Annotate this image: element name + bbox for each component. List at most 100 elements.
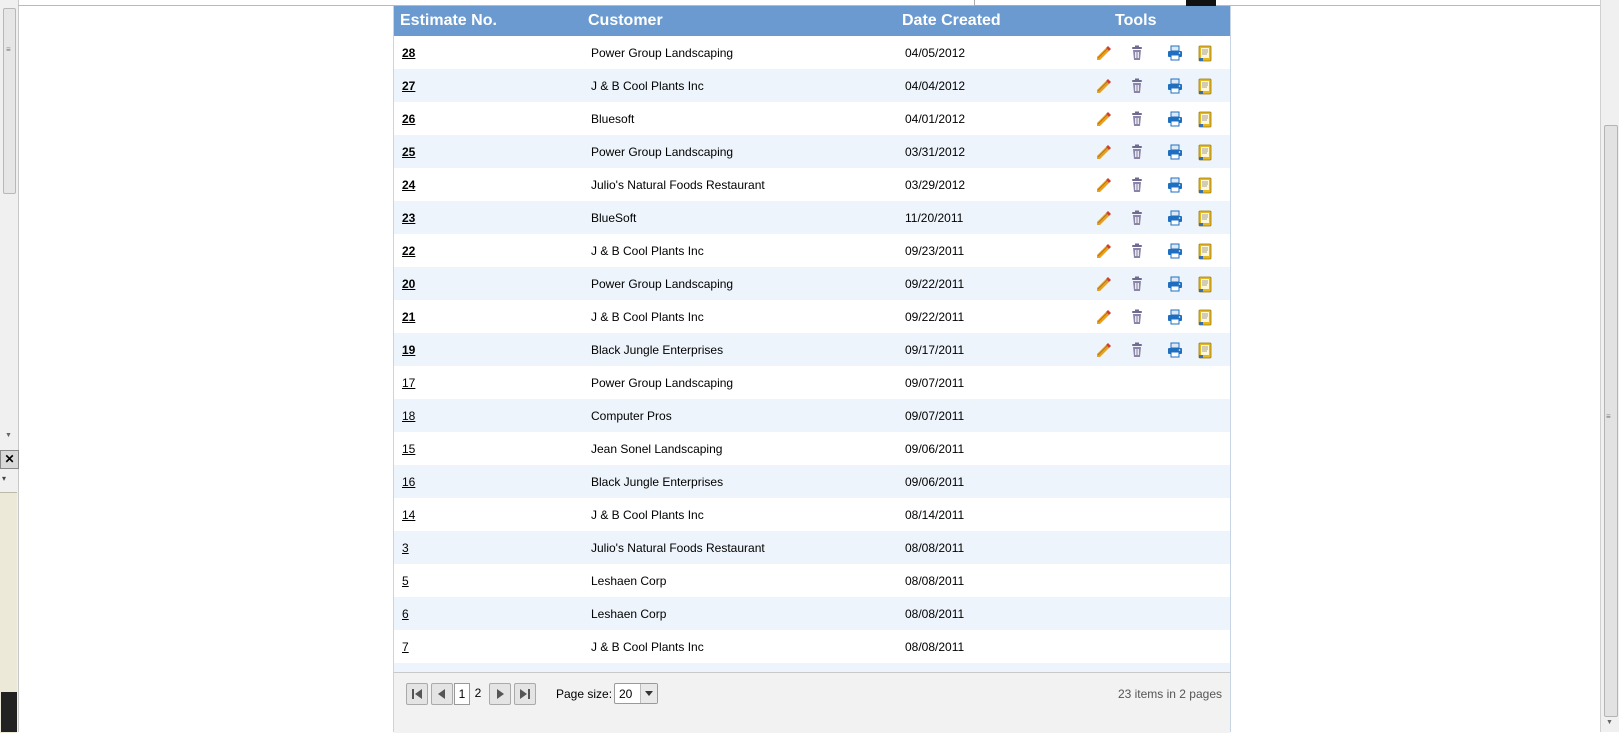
edit-button[interactable] xyxy=(1094,77,1112,95)
view-button[interactable] xyxy=(1196,308,1214,326)
print-button[interactable] xyxy=(1166,275,1184,293)
table-row: 23 BlueSoft 11/20/2011 xyxy=(394,201,1230,234)
prev-page-button[interactable] xyxy=(431,683,453,705)
delete-button[interactable] xyxy=(1128,341,1146,359)
header-customer[interactable]: Customer xyxy=(588,12,663,30)
estimate-number-link[interactable]: 18 xyxy=(402,409,415,423)
print-button[interactable] xyxy=(1166,176,1184,194)
estimate-number-link[interactable]: 28 xyxy=(402,46,415,60)
customer-name: J & B Cool Plants Inc xyxy=(591,244,704,258)
delete-button[interactable] xyxy=(1128,110,1146,128)
delete-button[interactable] xyxy=(1128,176,1146,194)
print-button[interactable] xyxy=(1166,242,1184,260)
pencil-icon xyxy=(1097,145,1111,159)
estimate-number-link[interactable]: 14 xyxy=(402,508,415,522)
edit-button[interactable] xyxy=(1094,209,1112,227)
scroll-down-arrow-icon[interactable]: ▼ xyxy=(5,432,12,439)
last-page-button[interactable] xyxy=(514,683,536,705)
view-button[interactable] xyxy=(1196,275,1214,293)
estimate-number-link[interactable]: 23 xyxy=(402,211,415,225)
estimates-grid: Estimate No. Customer Date Created Tools… xyxy=(393,6,1231,733)
estimate-number-link[interactable]: 15 xyxy=(402,442,415,456)
print-button[interactable] xyxy=(1166,209,1184,227)
row-tools xyxy=(1094,176,1224,194)
estimate-number-link[interactable]: 5 xyxy=(402,574,409,588)
view-button[interactable] xyxy=(1196,44,1214,62)
view-button[interactable] xyxy=(1196,110,1214,128)
printer-icon xyxy=(1168,177,1182,193)
page-size-select[interactable]: 20 xyxy=(614,683,658,704)
first-page-button[interactable] xyxy=(406,683,428,705)
estimate-number-link[interactable]: 21 xyxy=(402,310,415,324)
scroll-down-arrow-icon[interactable]: ▼ xyxy=(1606,719,1613,726)
page-size-value[interactable]: 20 xyxy=(619,687,632,701)
estimate-number-link[interactable]: 20 xyxy=(402,277,415,291)
estimate-number-link[interactable]: 7 xyxy=(402,640,409,654)
delete-button[interactable] xyxy=(1128,44,1146,62)
page-size-dropdown-button[interactable] xyxy=(640,684,657,703)
estimate-number-link[interactable]: 26 xyxy=(402,112,415,126)
edit-button[interactable] xyxy=(1094,275,1112,293)
document-icon xyxy=(1198,309,1212,326)
panel-dropdown-arrow-icon[interactable]: ▾ xyxy=(2,474,6,483)
trash-icon xyxy=(1132,111,1142,126)
customer-name: Leshaen Corp xyxy=(591,574,667,588)
view-button[interactable] xyxy=(1196,143,1214,161)
left-scrollbar-thumb[interactable] xyxy=(3,8,16,194)
right-scrollbar[interactable]: ≡ ▼ xyxy=(1600,0,1619,732)
estimate-number-link[interactable]: 17 xyxy=(402,376,415,390)
customer-name: Jean Sonel Landscaping xyxy=(591,442,723,456)
edit-button[interactable] xyxy=(1094,110,1112,128)
edit-button[interactable] xyxy=(1094,176,1112,194)
document-icon xyxy=(1198,45,1212,62)
date-created: 09/06/2011 xyxy=(905,442,965,456)
grid-header: Estimate No. Customer Date Created Tools xyxy=(394,6,1230,36)
delete-button[interactable] xyxy=(1128,242,1146,260)
printer-icon xyxy=(1168,342,1182,358)
trash-icon xyxy=(1132,78,1142,93)
edit-button[interactable] xyxy=(1094,44,1112,62)
table-row: 18 Computer Pros 09/07/2011 xyxy=(394,399,1230,432)
edit-button[interactable] xyxy=(1094,242,1112,260)
print-button[interactable] xyxy=(1166,110,1184,128)
view-button[interactable] xyxy=(1196,341,1214,359)
estimate-number-link[interactable]: 3 xyxy=(402,541,409,555)
estimate-number-link[interactable]: 22 xyxy=(402,244,415,258)
delete-button[interactable] xyxy=(1128,308,1146,326)
header-estimate-no[interactable]: Estimate No. xyxy=(400,12,497,30)
delete-button[interactable] xyxy=(1128,143,1146,161)
first-page-icon xyxy=(412,689,422,699)
delete-button[interactable] xyxy=(1128,209,1146,227)
table-row: 14 J & B Cool Plants Inc 08/14/2011 xyxy=(394,498,1230,531)
estimate-number-link[interactable]: 25 xyxy=(402,145,415,159)
estimate-number-link[interactable]: 6 xyxy=(402,607,409,621)
estimate-number-link[interactable]: 27 xyxy=(402,79,415,93)
view-button[interactable] xyxy=(1196,176,1214,194)
header-date-created[interactable]: Date Created xyxy=(902,12,1001,30)
page-number-current[interactable]: 1 xyxy=(454,683,470,705)
edit-button[interactable] xyxy=(1094,341,1112,359)
page-number[interactable]: 2 xyxy=(471,683,485,703)
next-page-button[interactable] xyxy=(489,683,511,705)
document-icon xyxy=(1198,342,1212,359)
print-button[interactable] xyxy=(1166,44,1184,62)
print-button[interactable] xyxy=(1166,308,1184,326)
edit-button[interactable] xyxy=(1094,143,1112,161)
view-button[interactable] xyxy=(1196,209,1214,227)
table-row: 7 J & B Cool Plants Inc 08/08/2011 xyxy=(394,630,1230,663)
view-button[interactable] xyxy=(1196,77,1214,95)
close-panel-button[interactable]: ✕ xyxy=(0,450,19,469)
print-button[interactable] xyxy=(1166,77,1184,95)
right-scrollbar-thumb[interactable] xyxy=(1604,125,1618,717)
view-button[interactable] xyxy=(1196,242,1214,260)
estimate-number-link[interactable]: 24 xyxy=(402,178,415,192)
delete-button[interactable] xyxy=(1128,77,1146,95)
edit-button[interactable] xyxy=(1094,308,1112,326)
date-created: 08/14/2011 xyxy=(905,508,965,522)
print-button[interactable] xyxy=(1166,143,1184,161)
estimate-number-link[interactable]: 19 xyxy=(402,343,415,357)
print-button[interactable] xyxy=(1166,341,1184,359)
estimate-number-link[interactable]: 16 xyxy=(402,475,415,489)
delete-button[interactable] xyxy=(1128,275,1146,293)
printer-icon xyxy=(1168,111,1182,127)
